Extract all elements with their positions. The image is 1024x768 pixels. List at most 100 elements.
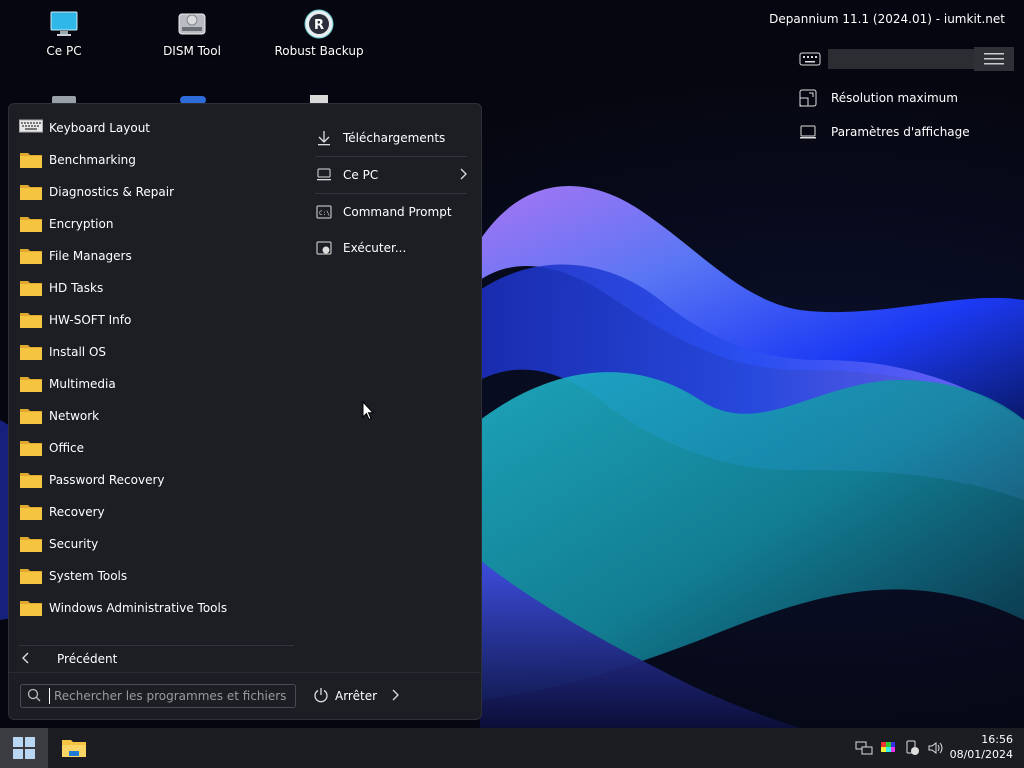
right-item-run[interactable]: Exécuter... [315, 230, 467, 266]
list-item-folder[interactable]: Multimedia [19, 368, 299, 400]
link-label: Paramètres d'affichage [831, 125, 970, 139]
usb-security-icon[interactable] [903, 739, 921, 757]
list-item-folder[interactable]: Password Recovery [19, 464, 299, 496]
list-item-folder[interactable]: Diagnostics & Repair [19, 176, 299, 208]
folder-icon [19, 247, 43, 265]
chevron-right-icon [459, 168, 467, 183]
folder-icon [19, 599, 43, 617]
list-item-folder[interactable]: Office [19, 432, 299, 464]
folder-icon [19, 567, 43, 585]
link-resolution-maximum[interactable]: Résolution maximum [798, 87, 958, 109]
network-icon[interactable] [855, 739, 873, 757]
desktop-icon-label: DISM Tool [163, 44, 221, 58]
resolution-icon [798, 88, 818, 108]
desktop-icon-dism-tool[interactable]: DISM Tool [147, 2, 237, 58]
right-item-label: Command Prompt [343, 205, 452, 219]
list-item-label: Recovery [49, 505, 105, 519]
quick-input-field[interactable] [828, 49, 974, 69]
divider [9, 672, 481, 673]
list-item-label: System Tools [49, 569, 128, 583]
list-item-label: Encryption [49, 217, 114, 231]
link-label: Résolution maximum [831, 91, 958, 105]
desktop-icon-label: Robust Backup [274, 44, 364, 58]
clock[interactable]: 16:56 08/01/2024 [950, 732, 1013, 762]
download-icon [315, 130, 333, 146]
cmd-icon: C:\ [315, 205, 333, 219]
search-box[interactable] [20, 684, 296, 708]
list-item-folder[interactable]: Network [19, 400, 299, 432]
folder-icon [19, 375, 43, 393]
power-icon [313, 687, 329, 706]
list-item-folder[interactable]: Encryption [19, 208, 299, 240]
list-item-label: HD Tasks [49, 281, 104, 295]
folder-icon [19, 215, 43, 233]
list-item-folder[interactable]: Windows Administrative Tools [19, 592, 299, 624]
list-item-folder[interactable]: Install OS [19, 336, 299, 368]
right-item-label: Ce PC [343, 168, 379, 182]
list-item-label: Windows Administrative Tools [49, 601, 228, 615]
file-explorer-button[interactable] [52, 728, 96, 768]
folder-icon [19, 471, 43, 489]
desktop-icon-label: Ce PC [46, 44, 82, 58]
list-item-label: File Managers [49, 249, 132, 263]
list-item-label: Benchmarking [49, 153, 136, 167]
start-button[interactable] [0, 728, 48, 768]
divider [19, 645, 294, 646]
list-item-label: Network [49, 409, 100, 423]
right-item-command-prompt[interactable]: C:\ Command Prompt [315, 194, 467, 230]
svg-text:C:\: C:\ [319, 210, 330, 217]
start-menu: Keyboard Layout Benchmarking Diagnostics … [8, 103, 482, 720]
right-item-ce-pc[interactable]: Ce PC [315, 157, 467, 193]
computer-icon [315, 167, 333, 183]
search-icon [27, 688, 43, 705]
list-item-label: Office [49, 441, 85, 455]
hamburger-menu-button[interactable] [974, 47, 1014, 71]
list-item-folder[interactable]: HD Tasks [19, 272, 299, 304]
folder-icon [19, 151, 43, 169]
list-item-folder[interactable]: Benchmarking [19, 144, 299, 176]
right-item-label: Exécuter... [343, 241, 407, 255]
drive-icon [176, 8, 208, 40]
list-item-folder[interactable]: Recovery [19, 496, 299, 528]
back-button[interactable]: Précédent [21, 648, 117, 670]
link-display-settings[interactable]: Paramètres d'affichage [798, 121, 970, 143]
folder-icon [19, 343, 43, 361]
list-item-folder[interactable]: System Tools [19, 560, 299, 592]
list-item-label: HW-SOFT Info [49, 313, 132, 327]
volume-icon[interactable] [927, 739, 945, 757]
taskbar: 16:56 08/01/2024 [0, 728, 1024, 768]
list-item-keyboard-layout[interactable]: Keyboard Layout [19, 112, 299, 144]
clock-date: 08/01/2024 [949, 748, 1013, 761]
program-list: Keyboard Layout Benchmarking Diagnostics … [19, 112, 299, 624]
keyboard-bar [796, 47, 1014, 71]
folder-icon [19, 407, 43, 425]
right-item-downloads[interactable]: Téléchargements [315, 120, 467, 156]
backup-icon: R [303, 8, 335, 40]
list-item-folder[interactable]: HW-SOFT Info [19, 304, 299, 336]
list-item-folder[interactable]: File Managers [19, 240, 299, 272]
list-item-label: Install OS [49, 345, 106, 359]
desktop-icon-ce-pc[interactable]: Ce PC [19, 2, 109, 58]
folder-icon [19, 503, 43, 521]
list-item-folder[interactable]: Security [19, 528, 299, 560]
chevron-right-icon[interactable] [391, 689, 399, 704]
desktop-icon-robust-backup[interactable]: R Robust Backup [274, 2, 364, 58]
back-label: Précédent [57, 652, 118, 666]
list-item-label: Multimedia [49, 377, 116, 391]
shutdown-button[interactable]: Arrêter [313, 684, 399, 708]
list-item-label: Keyboard Layout [49, 121, 151, 135]
search-input[interactable] [48, 688, 295, 704]
list-item-label: Security [49, 537, 99, 551]
monitor-icon [48, 8, 80, 40]
mouse-cursor-icon [362, 400, 375, 424]
list-item-label: Password Recovery [49, 473, 165, 487]
folder-icon [19, 183, 43, 201]
system-title: Depannium 11.1 (2024.01) - iumkit.net [769, 12, 1005, 26]
right-item-label: Téléchargements [343, 131, 446, 145]
keyboard-icon [19, 119, 43, 137]
color-display-icon[interactable] [879, 739, 897, 757]
system-tray [855, 739, 945, 757]
hamburger-icon [984, 53, 1004, 65]
keyboard-icon[interactable] [799, 52, 821, 69]
display-icon [798, 122, 818, 142]
